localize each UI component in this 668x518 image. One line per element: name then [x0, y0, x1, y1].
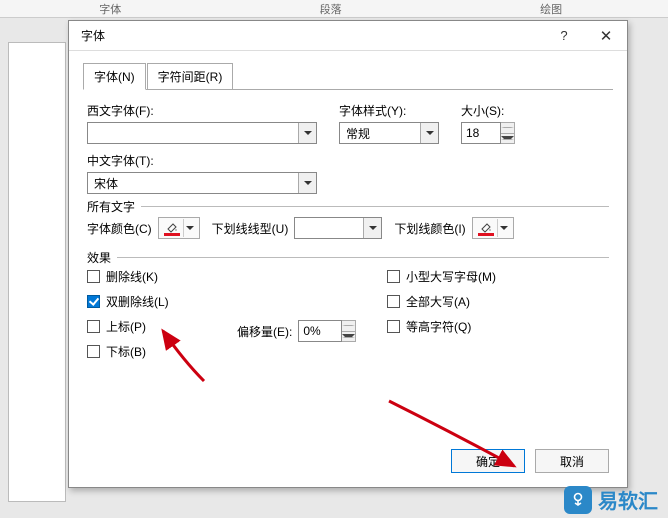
subscript-checkbox[interactable]	[87, 345, 100, 358]
chinese-font-dropdown[interactable]	[298, 173, 316, 193]
ribbon-paragraph: 段落	[220, 0, 440, 17]
offset-value: 0%	[303, 324, 320, 338]
smallcaps-row[interactable]: 小型大写字母(M)	[387, 268, 547, 285]
western-font-dropdown[interactable]	[298, 123, 316, 143]
chevron-down-icon	[342, 334, 355, 338]
document-page	[8, 42, 66, 502]
watermark-icon	[564, 486, 592, 514]
subscript-label: 下标(B)	[106, 343, 146, 360]
ribbon-font: 字体	[0, 0, 220, 17]
style-label: 字体样式(Y):	[339, 102, 439, 119]
size-spinner[interactable]	[501, 122, 515, 144]
ok-button[interactable]: 确定	[451, 449, 525, 473]
color-swatch	[164, 233, 180, 236]
equalize-label: 等高字符(Q)	[406, 318, 471, 335]
font-color-picker[interactable]	[158, 217, 200, 239]
underline-color-drop[interactable]	[497, 219, 511, 237]
dialog-footer: 确定 取消	[69, 439, 627, 487]
bucket-icon	[475, 219, 497, 237]
ok-label: 确定	[476, 453, 500, 470]
allcaps-checkbox[interactable]	[387, 295, 400, 308]
chevron-down-icon	[501, 136, 514, 140]
style-value: 常规	[340, 125, 420, 142]
offset-row: 偏移量(E): 0%	[237, 320, 387, 342]
ribbon-draw: 绘图	[441, 0, 661, 17]
font-color-drop[interactable]	[183, 219, 197, 237]
close-icon: ✕	[600, 27, 613, 45]
subscript-row[interactable]: 下标(B)	[87, 343, 237, 360]
underline-type-combo[interactable]	[294, 217, 382, 239]
offset-spinner[interactable]	[342, 320, 356, 342]
offset-input[interactable]: 0%	[298, 320, 342, 342]
spinner-up[interactable]	[501, 123, 514, 134]
cancel-label: 取消	[560, 453, 584, 470]
tab-spacing[interactable]: 字符间距(R)	[147, 63, 234, 89]
chinese-font-value: 宋体	[88, 175, 298, 192]
chevron-down-icon	[369, 226, 377, 230]
chevron-up-icon	[342, 325, 355, 326]
western-font-label: 西文字体(F):	[87, 102, 317, 119]
font-color-label: 字体颜色(C)	[87, 220, 152, 237]
watermark: 易软汇	[564, 485, 658, 514]
superscript-label: 上标(P)	[106, 318, 146, 335]
chinese-font-label: 中文字体(T):	[87, 152, 317, 169]
double-strike-checkbox[interactable]	[87, 295, 100, 308]
spinner-down[interactable]	[342, 332, 355, 342]
offset-label: 偏移量(E):	[237, 323, 292, 340]
style-dropdown[interactable]	[420, 123, 438, 143]
watermark-text: 易软汇	[598, 485, 658, 514]
chevron-down-icon	[304, 181, 312, 185]
chinese-font-combo[interactable]: 宋体	[87, 172, 317, 194]
effects-legend: 效果	[87, 249, 117, 266]
underline-color-label: 下划线颜色(I)	[394, 220, 465, 237]
double-strike-row[interactable]: 双删除线(L)	[87, 293, 237, 310]
all-text-legend: 所有文字	[87, 198, 141, 215]
superscript-row[interactable]: 上标(P)	[87, 318, 237, 335]
tab-spacing-label: 字符间距(R)	[158, 70, 223, 84]
tab-font-label: 字体(N)	[94, 70, 135, 84]
chevron-down-icon	[304, 131, 312, 135]
chevron-down-icon	[186, 226, 194, 230]
superscript-checkbox[interactable]	[87, 320, 100, 333]
strike-label: 删除线(K)	[106, 268, 158, 285]
all-text-group: 所有文字 字体颜色(C) 下划线线型(U) 下划线颜色(I)	[87, 206, 609, 239]
style-combo[interactable]: 常规	[339, 122, 439, 144]
strike-checkbox[interactable]	[87, 270, 100, 283]
close-button[interactable]: ✕	[585, 21, 627, 51]
chevron-down-icon	[500, 226, 508, 230]
spinner-down[interactable]	[501, 134, 514, 144]
font-dialog: 字体 ? ✕ 字体(N) 字符间距(R) 西文字体(F): 字体样式(Y): 常…	[68, 20, 628, 488]
color-swatch	[478, 233, 494, 236]
help-button[interactable]: ?	[543, 21, 585, 51]
dialog-body: 西文字体(F): 字体样式(Y): 常规 大小(S): 18	[69, 90, 627, 439]
underline-type-label: 下划线线型(U)	[212, 220, 289, 237]
western-font-combo[interactable]	[87, 122, 317, 144]
size-label: 大小(S):	[461, 102, 515, 119]
underline-type-drop[interactable]	[363, 218, 381, 238]
tab-row: 字体(N) 字符间距(R)	[83, 63, 613, 90]
allcaps-label: 全部大写(A)	[406, 293, 470, 310]
chevron-down-icon	[426, 131, 434, 135]
smallcaps-label: 小型大写字母(M)	[406, 268, 496, 285]
size-input[interactable]: 18	[461, 122, 501, 144]
tab-font[interactable]: 字体(N)	[83, 63, 146, 90]
ribbon-groups: 字体 段落 绘图	[0, 0, 668, 18]
cancel-button[interactable]: 取消	[535, 449, 609, 473]
underline-color-picker[interactable]	[472, 217, 514, 239]
effects-group: 效果 删除线(K) 双删除线(L) 上标(P)	[87, 257, 609, 368]
double-strike-label: 双删除线(L)	[106, 293, 169, 310]
equalize-row[interactable]: 等高字符(Q)	[387, 318, 547, 335]
equalize-checkbox[interactable]	[387, 320, 400, 333]
bucket-icon	[161, 219, 183, 237]
chevron-up-icon	[501, 127, 514, 128]
allcaps-row[interactable]: 全部大写(A)	[387, 293, 547, 310]
titlebar: 字体 ? ✕	[69, 21, 627, 51]
dialog-title: 字体	[81, 27, 543, 44]
smallcaps-checkbox[interactable]	[387, 270, 400, 283]
spinner-up[interactable]	[342, 321, 355, 332]
strike-row[interactable]: 删除线(K)	[87, 268, 237, 285]
size-value: 18	[466, 126, 479, 140]
